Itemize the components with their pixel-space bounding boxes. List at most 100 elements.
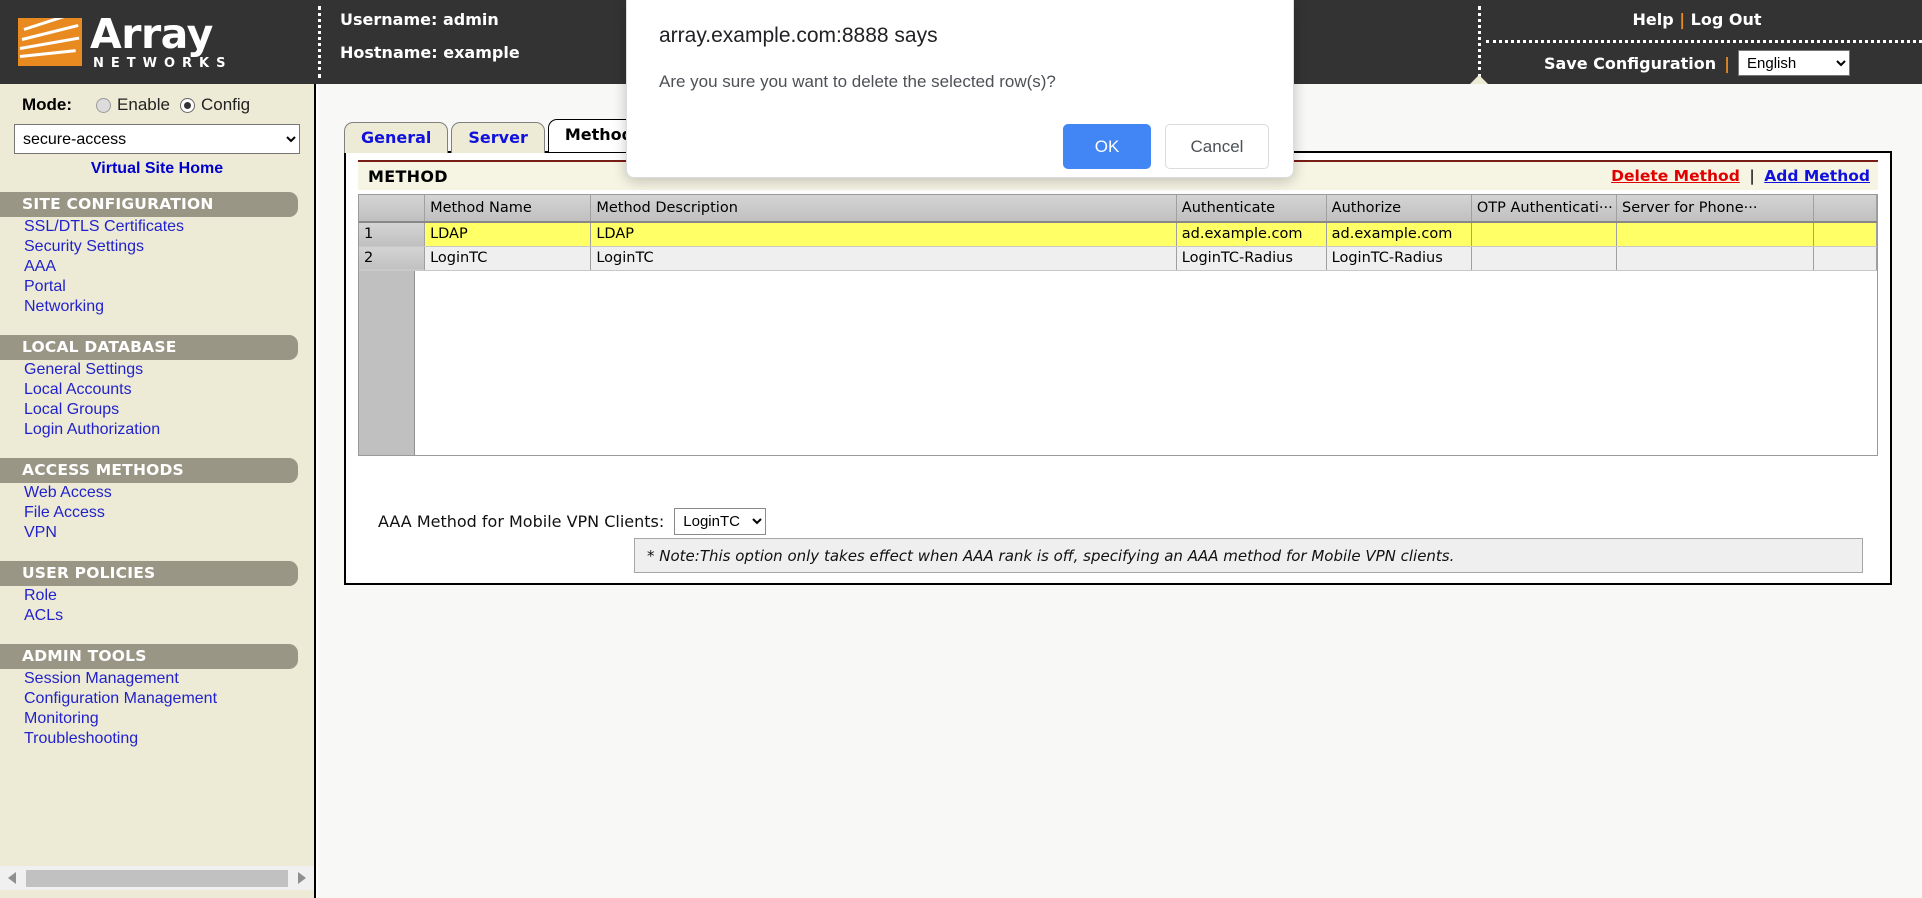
sidebar-item-label[interactable]: General Settings (24, 361, 143, 378)
table-empty-gutter (359, 270, 415, 455)
sidebar-item-label[interactable]: Local Accounts (24, 381, 132, 398)
sidebar-item-label[interactable]: Login Authorization (24, 421, 160, 438)
cell-extra[interactable] (1813, 222, 1877, 247)
sidebar-item-aaa[interactable]: AAA (0, 257, 314, 277)
aaa-method-select[interactable]: LoginTC (674, 508, 767, 535)
sidebar-item-label[interactable]: Portal (24, 278, 66, 295)
cell-method-description[interactable]: LDAP (590, 222, 1177, 247)
scrollbar-thumb[interactable] (26, 869, 288, 887)
sidebar-item-troubleshooting[interactable]: Troubleshooting (0, 729, 314, 749)
cell-authenticate[interactable]: ad.example.com (1176, 222, 1327, 247)
column-header-extra[interactable] (1813, 195, 1877, 223)
cell-method-name[interactable]: LDAP (424, 222, 592, 247)
table-row[interactable]: 1 LDAP LDAP ad.example.com ad.example.co… (359, 222, 1877, 247)
language-select[interactable]: English (1738, 50, 1851, 76)
table-row[interactable]: 2 LoginTC LoginTC LoginTC-Radius LoginTC… (359, 246, 1877, 271)
method-panel: METHOD Delete Method | Add Method Method… (344, 151, 1892, 585)
sidebar-horizontal-scrollbar[interactable] (0, 866, 314, 890)
cell-method-name[interactable]: LoginTC (424, 246, 592, 271)
sidebar-item-login-authorization[interactable]: Login Authorization (0, 420, 314, 440)
brand-logo[interactable]: Array NETWORKS (0, 0, 316, 84)
username-text: Username: admin (340, 10, 499, 29)
sidebar-item-vpn[interactable]: VPN (0, 523, 314, 543)
row-index-cell[interactable]: 2 (359, 246, 426, 271)
radio-config-icon[interactable] (179, 97, 195, 113)
sidebar-item-label[interactable]: Monitoring (24, 710, 99, 727)
sidebar-item-local-groups[interactable]: Local Groups (0, 400, 314, 420)
table-empty-area (359, 270, 1877, 455)
row-index-cell[interactable]: 1 (359, 222, 426, 247)
sidebar-item-label[interactable]: VPN (24, 524, 57, 541)
scroll-right-arrow-icon[interactable] (290, 866, 314, 890)
sidebar-item-acls[interactable]: ACLs (0, 606, 314, 626)
sidebar-item-label[interactable]: Web Access (24, 484, 112, 501)
cell-extra[interactable] (1813, 246, 1877, 271)
column-header-method-name[interactable]: Method Name (424, 195, 592, 223)
radio-enable-icon[interactable] (96, 97, 112, 113)
sidebar-item-portal[interactable]: Portal (0, 277, 314, 297)
cancel-button[interactable]: Cancel (1165, 124, 1269, 169)
sidebar-item-label[interactable]: File Access (24, 504, 105, 521)
column-header-otp-authentication[interactable]: OTP Authenticati··· (1471, 195, 1618, 223)
sidebar-item-monitoring[interactable]: Monitoring (0, 709, 314, 729)
sidebar-item-local-accounts[interactable]: Local Accounts (0, 380, 314, 400)
delete-method-link[interactable]: Delete Method (1611, 167, 1740, 185)
sidebar-item-label[interactable]: Session Management (24, 670, 179, 687)
sidebar-item-label[interactable]: SSL/DTLS Certificates (24, 218, 184, 235)
virtual-site-home-link[interactable]: Virtual Site Home (91, 160, 223, 177)
tab-strip: General Server Method (344, 119, 651, 153)
add-method-link[interactable]: Add Method (1764, 167, 1870, 185)
cell-authenticate[interactable]: LoginTC-Radius (1176, 246, 1327, 271)
logout-link[interactable]: Log Out (1691, 10, 1762, 29)
sidebar-item-networking[interactable]: Networking (0, 297, 314, 317)
sidebar-item-security-settings[interactable]: Security Settings (0, 237, 314, 257)
note-text: * Note:This option only takes effect whe… (647, 546, 1455, 565)
sidebar-item-configuration-management[interactable]: Configuration Management (0, 689, 314, 709)
nav-group-site-configuration: SITE CONFIGURATION (0, 192, 298, 217)
sidebar-item-label[interactable]: Configuration Management (24, 690, 217, 707)
sidebar-item-label[interactable]: ACLs (24, 607, 63, 624)
hostname-text: Hostname: example (340, 43, 520, 62)
ok-button[interactable]: OK (1063, 124, 1151, 169)
brand-tagline: NETWORKS (93, 56, 233, 71)
cell-server-for-phone[interactable] (1616, 246, 1814, 271)
sidebar-item-file-access[interactable]: File Access (0, 503, 314, 523)
help-link[interactable]: Help (1632, 10, 1673, 29)
sidebar-item-general-settings[interactable]: General Settings (0, 360, 314, 380)
column-header-server-for-phone[interactable]: Server for Phone··· (1616, 195, 1814, 223)
sidebar-item-label[interactable]: Role (24, 587, 57, 604)
sidebar-item-label[interactable]: Security Settings (24, 238, 144, 255)
save-config-row: Save Configuration | English (1482, 50, 1912, 76)
cell-otp-authentication[interactable] (1471, 246, 1618, 271)
cell-authorize[interactable]: ad.example.com (1326, 222, 1472, 247)
sidebar-item-session-management[interactable]: Session Management (0, 669, 314, 689)
sidebar-item-label[interactable]: Local Groups (24, 401, 119, 418)
sidebar-item-role[interactable]: Role (0, 586, 314, 606)
aaa-method-row: AAA Method for Mobile VPN Clients: Login… (378, 508, 767, 535)
cell-otp-authentication[interactable] (1471, 222, 1618, 247)
cell-method-description[interactable]: LoginTC (590, 246, 1177, 271)
cell-authorize[interactable]: LoginTC-Radius (1326, 246, 1472, 271)
mode-radio-config[interactable]: Config (179, 95, 250, 115)
sidebar-item-label[interactable]: Troubleshooting (24, 730, 138, 747)
cell-server-for-phone[interactable] (1616, 222, 1814, 247)
sidebar-item-label[interactable]: Networking (24, 298, 104, 315)
method-table: Method Name Method Description Authentic… (359, 195, 1877, 271)
tab-server[interactable]: Server (451, 122, 545, 153)
sidebar-item-label[interactable]: AAA (24, 258, 56, 275)
sidebar-item-web-access[interactable]: Web Access (0, 483, 314, 503)
tab-general[interactable]: General (344, 122, 449, 153)
sidebar-item-ssl-dtls-certificates[interactable]: SSL/DTLS Certificates (0, 217, 314, 237)
mode-enable-label: Enable (117, 95, 170, 114)
method-table-container[interactable]: Method Name Method Description Authentic… (358, 194, 1878, 456)
virtual-site-select[interactable]: secure-access (14, 124, 300, 154)
save-configuration-link[interactable]: Save Configuration (1544, 54, 1716, 73)
mode-radio-enable[interactable]: Enable (96, 95, 170, 115)
column-header-method-description[interactable]: Method Description (590, 195, 1177, 223)
scroll-left-arrow-icon[interactable] (0, 866, 24, 890)
column-header-authenticate[interactable]: Authenticate (1176, 195, 1327, 223)
column-header-authorize[interactable]: Authorize (1326, 195, 1472, 223)
